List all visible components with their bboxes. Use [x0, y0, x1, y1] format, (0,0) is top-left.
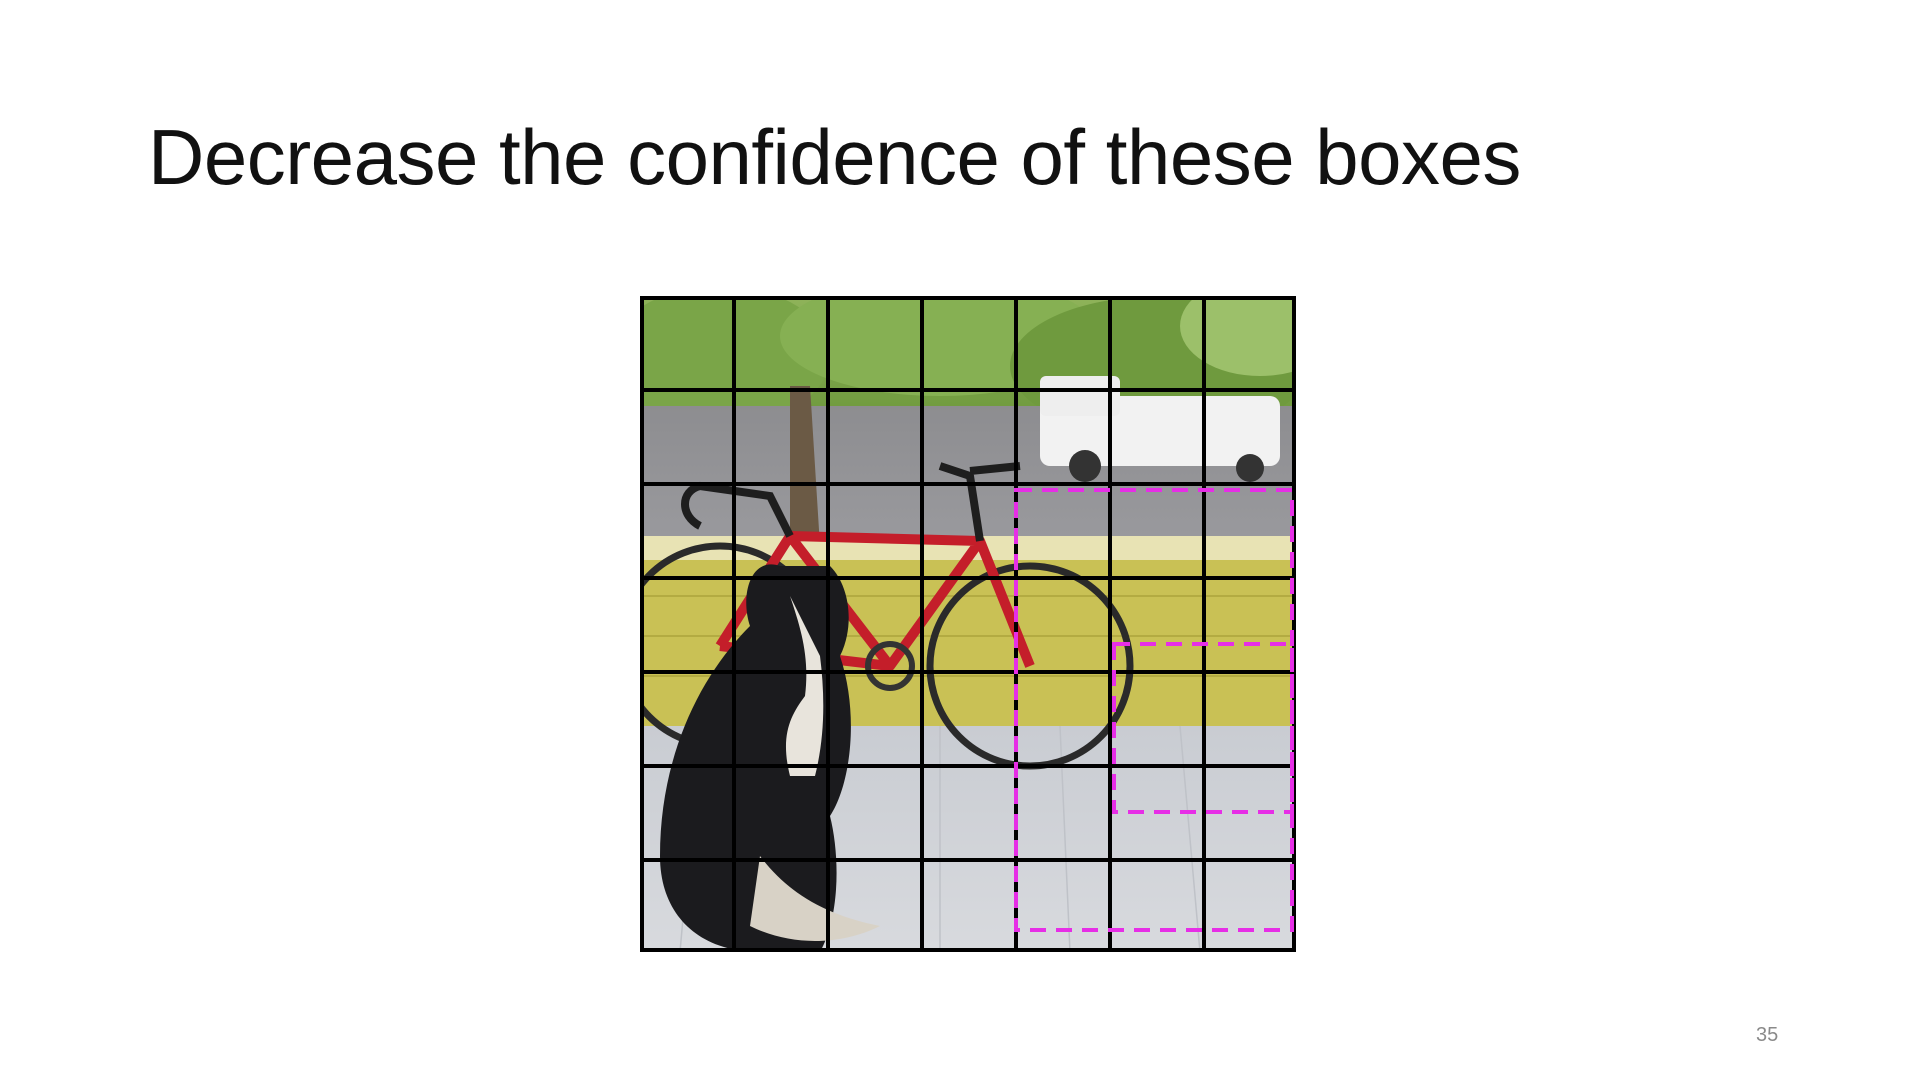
- detection-grid-figure: [640, 296, 1296, 952]
- photo-with-grid: [640, 296, 1296, 952]
- scene-photo: [640, 296, 1296, 952]
- page-number: 35: [1756, 1024, 1779, 1046]
- slide-title: Decrease the confidence of these boxes: [148, 113, 1521, 201]
